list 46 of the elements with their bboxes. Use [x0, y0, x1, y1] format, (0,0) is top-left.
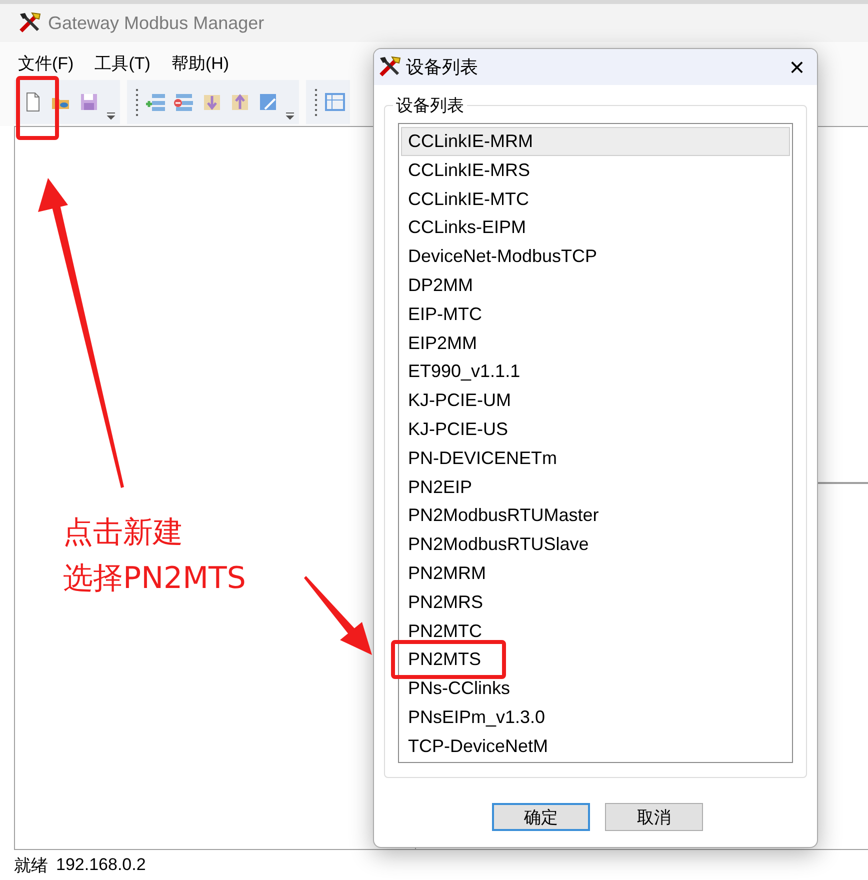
menu-item[interactable]: 帮助(H)	[171, 52, 230, 76]
annotation-text: 选择PN2MTS	[63, 560, 246, 598]
menu-item[interactable]: 文件(F)	[18, 52, 74, 76]
list-item[interactable]: PN2ModbusRTUMaster	[401, 501, 790, 530]
list-item[interactable]: PN2ModbusRTUSlave	[401, 530, 790, 559]
list-item[interactable]: PN2MRM	[401, 558, 790, 588]
menu-item[interactable]: 工具(T)	[94, 52, 150, 76]
caret-icon[interactable]	[106, 110, 116, 120]
close-icon[interactable]: ×	[777, 52, 817, 82]
window-title: Gateway Modbus Manager	[48, 12, 264, 34]
list-item[interactable]: ET990_v1.1.1	[401, 357, 790, 386]
list-item[interactable]: CCLinks-EIPM	[401, 213, 790, 242]
list-item[interactable]: EIP2MM	[401, 328, 790, 358]
list-item[interactable]: TCP-DeviceNetM	[401, 732, 790, 761]
list-item[interactable]: PN-DEVICENETm	[401, 444, 790, 473]
list-item[interactable]: PNsEIPm_v1.3.0	[401, 702, 790, 732]
list-item[interactable]: KJ-PCIE-US	[401, 414, 790, 444]
dialog-title: 设备列表	[406, 56, 479, 79]
tools-icon	[378, 55, 402, 79]
list-item[interactable]: PN2MTC	[401, 616, 790, 646]
list-item[interactable]: PN2MTS	[401, 645, 790, 674]
list-item[interactable]: KJ-PCIE-UM	[401, 386, 790, 415]
list-item[interactable]: PNs-CClinks	[401, 674, 790, 703]
ok-button[interactable]: 确定	[492, 803, 590, 831]
grid-icon[interactable]	[324, 91, 346, 113]
list-item[interactable]: DP2MM	[401, 270, 790, 300]
cancel-button[interactable]: 取消	[605, 803, 703, 831]
list-item[interactable]: CCLinkIE-MTC	[401, 184, 790, 214]
edit-icon[interactable]	[257, 91, 279, 113]
list-item[interactable]: EIP-MTC	[401, 300, 790, 329]
highlight-frame	[16, 76, 59, 140]
ip-address: 192.168.0.2	[56, 855, 146, 875]
list-item[interactable]: PN2MRS	[401, 588, 790, 617]
save-icon[interactable]	[78, 91, 100, 113]
grip-icon	[314, 88, 318, 116]
caret-icon[interactable]	[285, 110, 295, 120]
list-item[interactable]: CCLinkIE-MRM	[401, 127, 790, 156]
annotation-text: 点击新建	[63, 514, 184, 552]
tools-icon	[18, 11, 42, 35]
remove-row-icon[interactable]	[173, 91, 195, 113]
grip-icon	[135, 88, 139, 116]
list-item[interactable]: PN2EIP	[401, 472, 790, 502]
add-row-icon[interactable]	[145, 91, 167, 113]
status-text: 就绪	[14, 854, 48, 876]
list-item[interactable]: CCLinkIE-MRS	[401, 156, 790, 185]
list-item[interactable]: DeviceNet-ModbusTCP	[401, 242, 790, 271]
